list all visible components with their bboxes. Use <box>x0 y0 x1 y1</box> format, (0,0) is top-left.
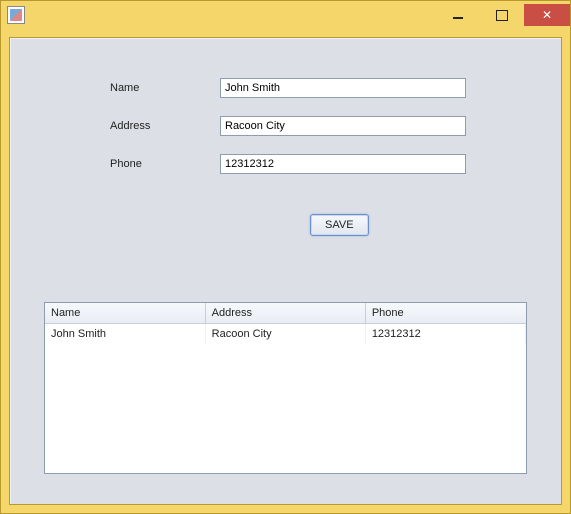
table-row[interactable]: John Smith Racoon City 12312312 <box>45 324 526 345</box>
cell-phone: 12312312 <box>365 324 525 345</box>
maximize-button[interactable] <box>480 4 524 26</box>
address-input[interactable] <box>220 116 466 136</box>
col-phone[interactable]: Phone <box>365 303 525 324</box>
label-name: Name <box>110 82 220 94</box>
minimize-button[interactable] <box>436 4 480 26</box>
data-table-container[interactable]: Name Address Phone John Smith Racoon Cit… <box>44 302 527 474</box>
row-name: Name <box>110 78 551 98</box>
app-window: ✕ Name Address Phone SAVE <box>0 0 571 514</box>
label-phone: Phone <box>110 158 220 170</box>
form: Name Address Phone SAVE <box>20 48 551 256</box>
minimize-icon <box>453 17 463 19</box>
cell-name: John Smith <box>45 324 205 345</box>
cell-address: Racoon City <box>205 324 365 345</box>
row-address: Address <box>110 116 551 136</box>
name-input[interactable] <box>220 78 466 98</box>
save-button[interactable]: SAVE <box>310 214 369 236</box>
window-controls: ✕ <box>436 4 570 26</box>
titlebar[interactable]: ✕ <box>1 1 570 29</box>
close-button[interactable]: ✕ <box>524 4 570 26</box>
content-panel: Name Address Phone SAVE Name Addre <box>9 37 562 505</box>
table-header-row: Name Address Phone <box>45 303 526 324</box>
app-icon <box>7 6 25 24</box>
col-address[interactable]: Address <box>205 303 365 324</box>
phone-input[interactable] <box>220 154 466 174</box>
close-icon: ✕ <box>542 8 552 22</box>
label-address: Address <box>110 120 220 132</box>
data-table: Name Address Phone John Smith Racoon Cit… <box>45 303 526 344</box>
col-name[interactable]: Name <box>45 303 205 324</box>
maximize-icon <box>496 10 508 21</box>
row-phone: Phone <box>110 154 551 174</box>
